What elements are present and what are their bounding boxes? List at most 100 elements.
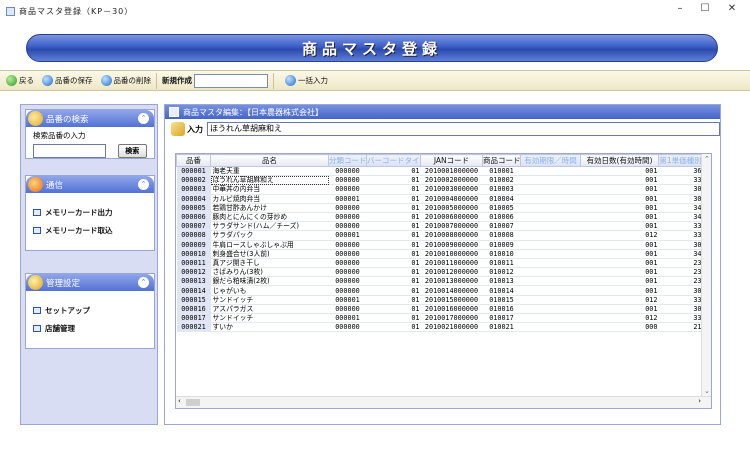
scroll-right-icon[interactable]: › (698, 397, 701, 405)
table-cell[interactable]: 010017 (482, 313, 521, 324)
admin-settings-panel-header[interactable]: 管理設定 ⌃ (26, 274, 154, 291)
table-cell[interactable]: 2010008000000 (420, 230, 483, 241)
table-cell[interactable]: 33 (658, 230, 703, 241)
column-header[interactable]: 商品コード (482, 154, 521, 167)
memory-card-export-link[interactable]: メモリーカード出力 (33, 203, 147, 221)
table-cell[interactable]: 000021 (176, 322, 211, 333)
table-cell[interactable]: 2010016000000 (420, 304, 483, 315)
table-cell[interactable]: 001 (580, 212, 659, 223)
table-row[interactable]: 000014 じゃがいも 000000 01 2010014000000 010014 00… (176, 285, 703, 296)
table-cell[interactable] (520, 175, 581, 186)
table-cell[interactable]: 010003 (482, 184, 521, 195)
table-cell[interactable]: 01 (366, 258, 421, 269)
table-cell[interactable]: 000005 (176, 203, 211, 213)
table-cell[interactable]: 000014 (176, 285, 211, 296)
cell-input-field[interactable]: ほうれん草胡麻和え (207, 122, 720, 136)
table-cell[interactable]: 010008 (482, 230, 521, 241)
table-cell[interactable]: 000001 (176, 166, 211, 177)
column-header[interactable]: JANコード (420, 154, 483, 167)
table-cell[interactable]: 001 (580, 285, 659, 296)
column-header[interactable]: 有効日数(有効時間) (580, 154, 659, 167)
table-row[interactable]: 000012 さばみりん(3枚) 000000 01 2010012000000 0100… (176, 267, 703, 278)
table-cell[interactable] (520, 249, 581, 259)
table-cell[interactable]: 34 (658, 249, 703, 259)
table-cell[interactable]: 010004 (482, 194, 521, 204)
table-row[interactable]: 000013 銀だら粕味漬(2枚) 000000 01 2010013000000 010… (176, 276, 703, 287)
table-cell[interactable]: 000013 (176, 276, 211, 287)
table-cell[interactable]: 000017 (176, 313, 211, 324)
table-cell[interactable]: 21 (658, 322, 703, 333)
table-cell[interactable]: 01 (366, 249, 421, 259)
table-cell[interactable]: 2010014000000 (420, 285, 483, 296)
table-cell[interactable]: 001 (580, 166, 659, 177)
delete-button[interactable]: 品番の削除 (97, 71, 156, 90)
table-cell[interactable]: 000001 (328, 230, 367, 241)
table-cell[interactable]: 001 (580, 184, 659, 195)
table-row[interactable]: 000003 中華丼の内弁当 000000 01 2010003000000 010003… (176, 184, 703, 195)
table-row[interactable]: 000015 サンドイッチ 000001 01 2010015000000 010015 0… (176, 295, 703, 305)
column-header[interactable]: 有効期限／時間 (520, 154, 581, 167)
table-cell[interactable]: 000000 (328, 203, 367, 213)
scroll-up-icon[interactable]: ⌃ (704, 155, 710, 163)
table-row[interactable]: 000002 ほうれん草胡麻和え 000000 01 2010002000000 0100… (176, 175, 703, 186)
table-cell[interactable]: 000000 (328, 276, 367, 287)
table-cell[interactable]: 01 (366, 175, 421, 186)
column-header[interactable]: 第1単価種別 (658, 154, 703, 167)
table-cell[interactable]: 000016 (176, 304, 211, 315)
table-cell[interactable]: 012 (580, 295, 659, 305)
table-cell[interactable]: 30 (658, 240, 703, 250)
table-cell[interactable]: 33 (658, 313, 703, 324)
table-cell[interactable]: 001 (580, 276, 659, 287)
table-cell[interactable]: 01 (366, 285, 421, 296)
table-cell[interactable]: 001 (580, 258, 659, 269)
horizontal-scrollbar[interactable]: ‹ › (176, 396, 711, 408)
table-cell[interactable]: 001 (580, 203, 659, 213)
table-row[interactable]: 000021 すいか 000000 01 2010021000000 010021 000 2… (176, 322, 703, 333)
table-cell[interactable]: 01 (366, 304, 421, 315)
table-cell[interactable]: 2010013000000 (420, 276, 483, 287)
table-cell[interactable]: 34 (658, 212, 703, 223)
table-cell[interactable]: 海老天重 (210, 166, 329, 177)
table-cell[interactable]: 34 (658, 203, 703, 213)
table-cell[interactable]: 012 (580, 230, 659, 241)
table-cell[interactable]: 010011 (482, 258, 521, 269)
table-cell[interactable]: サンドイッチ (210, 313, 329, 324)
table-cell[interactable] (520, 166, 581, 177)
table-cell[interactable]: 000000 (328, 258, 367, 269)
bulk-input-button[interactable]: 一括入力 (281, 71, 332, 90)
table-cell[interactable]: 010010 (482, 249, 521, 259)
table-cell[interactable]: 000000 (328, 240, 367, 250)
scroll-down-icon[interactable]: ⌄ (704, 387, 710, 395)
table-cell[interactable]: 30 (658, 285, 703, 296)
column-header[interactable]: 分類コード (328, 154, 367, 167)
table-cell[interactable] (520, 313, 581, 324)
table-cell[interactable]: 001 (580, 267, 659, 278)
table-cell[interactable]: 23 (658, 258, 703, 269)
column-header[interactable]: 品名 (210, 154, 329, 167)
table-cell[interactable]: 2010009000000 (420, 240, 483, 250)
table-cell[interactable]: 000 (580, 322, 659, 333)
table-cell[interactable]: ほうれん草胡麻和え (210, 175, 329, 186)
table-cell[interactable]: サラダサンド(ハム／チーズ) (210, 221, 329, 232)
table-cell[interactable]: 001 (580, 240, 659, 250)
table-cell[interactable]: 010016 (482, 304, 521, 315)
table-cell[interactable] (520, 194, 581, 204)
table-cell[interactable]: 牛肩ロースしゃぶしゃぶ用 (210, 240, 329, 250)
table-cell[interactable]: 2010011000000 (420, 258, 483, 269)
table-cell[interactable]: 000008 (176, 230, 211, 241)
table-cell[interactable] (520, 295, 581, 305)
table-cell[interactable]: カルビ焼肉弁当 (210, 194, 329, 204)
table-cell[interactable]: アスパラガス (210, 304, 329, 315)
table-row[interactable]: 000016 アスパラガス 000000 01 2010016000000 010016 0… (176, 304, 703, 315)
table-cell[interactable]: 000015 (176, 295, 211, 305)
table-cell[interactable]: 000000 (328, 221, 367, 232)
collapse-icon[interactable]: ⌃ (138, 277, 149, 288)
table-cell[interactable]: 000000 (328, 212, 367, 223)
table-cell[interactable] (520, 212, 581, 223)
table-cell[interactable]: 000000 (328, 285, 367, 296)
table-cell[interactable]: 01 (366, 194, 421, 204)
collapse-icon[interactable]: ⌃ (138, 179, 149, 190)
table-cell[interactable]: 010006 (482, 212, 521, 223)
table-cell[interactable]: 2010015000000 (420, 295, 483, 305)
table-cell[interactable]: 010009 (482, 240, 521, 250)
